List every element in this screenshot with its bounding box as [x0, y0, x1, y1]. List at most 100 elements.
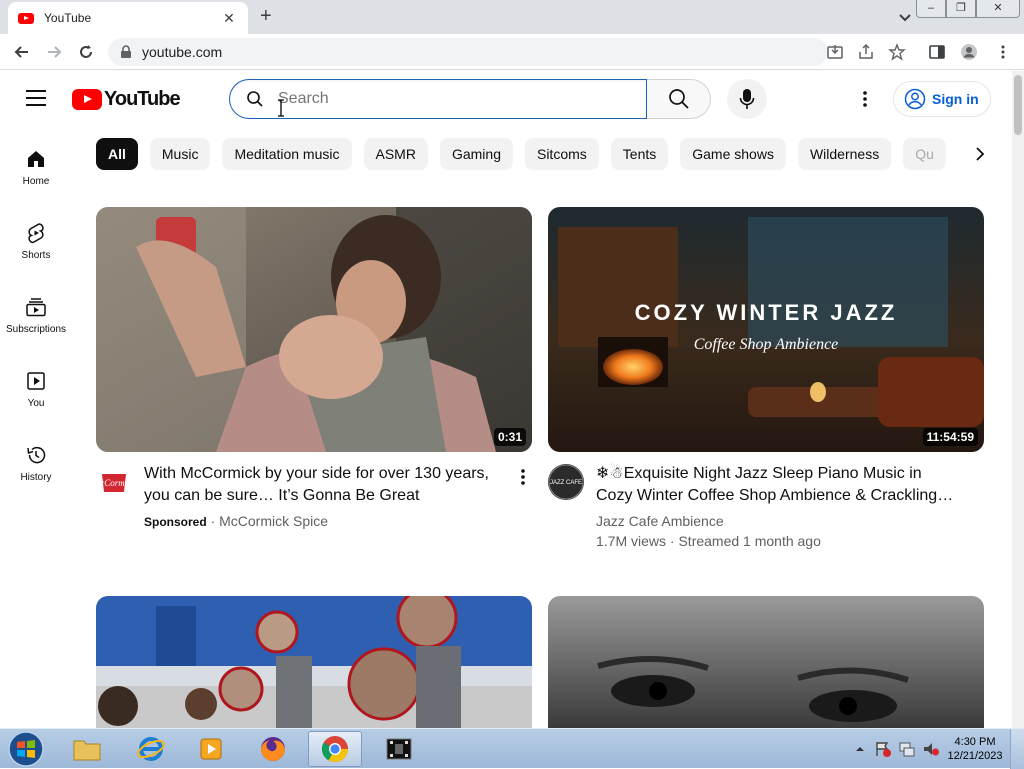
youtube-logo[interactable]: YouTube	[72, 88, 181, 111]
tab-search-chevron-icon[interactable]	[896, 8, 914, 26]
page-scrollbar[interactable]	[1012, 71, 1024, 728]
tab-close-icon[interactable]: ✕	[220, 10, 238, 27]
thumbnail-heading: COZY WINTER JAZZ	[635, 300, 898, 325]
bookmark-star-icon[interactable]	[888, 43, 906, 61]
video-title-line1: ❄☃Exquisite Night Jazz Sleep Piano Music…	[596, 465, 922, 482]
guide-label-history: History	[20, 472, 52, 483]
video-menu-kebab-icon[interactable]	[514, 467, 532, 487]
show-hidden-icons-icon[interactable]	[854, 743, 866, 755]
search-button[interactable]	[647, 79, 711, 119]
install-app-icon[interactable]	[826, 43, 844, 61]
forward-arrow-icon[interactable]	[44, 42, 64, 62]
action-center-flag-icon[interactable]	[874, 740, 892, 758]
restore-button[interactable]: ❐	[946, 0, 976, 18]
video-thumbnail-mccormick[interactable]: 0:31	[96, 207, 532, 452]
youtube-logo-text: YouTube	[104, 88, 181, 110]
video-title-mccormick[interactable]: With McCormick by your side for over 130…	[144, 463, 514, 507]
media-player-icon	[200, 738, 222, 760]
taskbar-explorer[interactable]	[60, 731, 114, 767]
taskbar-video-app[interactable]	[372, 731, 426, 767]
channel-name-jazz[interactable]: Jazz Cafe Ambience	[596, 511, 821, 531]
sign-in-button[interactable]: Sign in	[893, 81, 991, 117]
category-chips-bar: All Music Meditation music ASMR Gaming S…	[96, 138, 996, 170]
chip-meditation-music[interactable]: Meditation music	[222, 138, 352, 170]
guide-item-home[interactable]: Home	[0, 148, 72, 218]
close-window-button[interactable]: ✕	[976, 0, 1020, 18]
internet-explorer-icon	[137, 737, 165, 761]
network-icon[interactable]	[898, 740, 916, 758]
minimize-button[interactable]: –	[916, 0, 946, 18]
video-thumbnail-row2-left[interactable]	[96, 596, 532, 728]
profile-icon[interactable]	[960, 43, 978, 61]
taskbar-firefox[interactable]	[246, 731, 300, 767]
new-tab-icon[interactable]: +	[260, 6, 272, 26]
taskbar-chrome[interactable]	[308, 731, 362, 767]
chips-next-button[interactable]	[966, 138, 994, 170]
guide-item-you[interactable]: You	[0, 370, 72, 440]
account-circle-icon	[904, 88, 926, 110]
video-title-line1: With McCormick by your side for over 130…	[144, 465, 489, 482]
chip-wilderness[interactable]: Wilderness	[797, 138, 892, 170]
channel-name-mccormick[interactable]: McCormick Spice	[219, 513, 328, 529]
chrome-menu-icon[interactable]	[994, 43, 1012, 61]
chip-tents[interactable]: Tents	[610, 138, 669, 170]
taskbar-internet-explorer[interactable]	[124, 731, 178, 767]
guide-label-you: You	[27, 398, 45, 409]
youtube-logo-icon	[72, 89, 102, 110]
search-input[interactable]	[278, 90, 618, 108]
guide-item-shorts[interactable]: Shorts	[0, 222, 72, 292]
taskbar-clock[interactable]: 4:30 PM 12/21/2023	[940, 735, 1010, 763]
search-field[interactable]	[229, 79, 647, 119]
sponsored-label: Sponsored	[144, 515, 207, 529]
chip-music[interactable]: Music	[149, 138, 211, 170]
video-meta-jazz: Jazz Cafe Ambience 1.7M views · Streamed…	[596, 511, 821, 551]
chrome-icon	[321, 736, 349, 763]
windows-start-icon[interactable]	[6, 730, 46, 768]
chip-all[interactable]: All	[96, 138, 138, 170]
site-info-icon[interactable]	[120, 45, 132, 59]
video-thumbnail-row2-right[interactable]	[548, 596, 984, 728]
svg-text:McCormick: McCormick	[96, 478, 132, 488]
voice-search-button[interactable]	[727, 79, 767, 119]
chip-gaming[interactable]: Gaming	[439, 138, 513, 170]
chip-game-shows[interactable]: Game shows	[680, 138, 786, 170]
jazz-cafe-logo-icon: JAZZ CAFE	[548, 464, 584, 500]
back-arrow-icon[interactable]	[12, 42, 32, 62]
settings-kebab-icon[interactable]	[855, 89, 875, 109]
thumbnail-image	[548, 596, 984, 728]
channel-avatar-jazz[interactable]: JAZZ CAFE	[548, 464, 584, 500]
firefox-icon	[261, 737, 285, 761]
guide-label-home: Home	[22, 176, 50, 187]
video-stats-jazz: 1.7M views · Streamed 1 month ago	[596, 533, 821, 549]
chip-asmr[interactable]: ASMR	[363, 138, 428, 170]
thumbnail-image	[96, 207, 532, 452]
taskbar-media-player[interactable]	[184, 731, 238, 767]
video-meta-mccormick: Sponsored · McCormick Spice	[144, 511, 328, 532]
browser-tab-youtube[interactable]: YouTube ✕	[8, 2, 248, 34]
side-panel-icon[interactable]	[928, 43, 946, 61]
guide-item-subscriptions[interactable]: Subscriptions	[0, 296, 72, 366]
guide-item-history[interactable]: History	[0, 444, 72, 514]
microphone-icon	[739, 89, 755, 109]
window-controls: – ❐ ✕	[916, 0, 1020, 18]
video-thumbnail-jazz[interactable]: COZY WINTER JAZZ Coffee Shop Ambience 11…	[548, 207, 984, 452]
scrollbar-thumb[interactable]	[1014, 75, 1022, 135]
guide-label-subscriptions: Subscriptions	[5, 324, 67, 335]
thumbnail-subheading: Coffee Shop Ambience	[694, 336, 839, 353]
reload-icon[interactable]	[76, 42, 96, 62]
system-tray: 4:30 PM 12/21/2023	[854, 729, 1024, 769]
address-bar[interactable]: youtube.com	[108, 38, 828, 66]
channel-avatar-mccormick[interactable]: McCormick	[96, 464, 132, 500]
url-text: youtube.com	[142, 44, 223, 60]
share-icon[interactable]	[857, 43, 875, 61]
video-title-jazz[interactable]: ❄☃Exquisite Night Jazz Sleep Piano Music…	[596, 463, 966, 507]
show-desktop-button[interactable]	[1010, 729, 1024, 769]
chip-partial[interactable]: Qu	[903, 138, 946, 170]
browser-toolbar: youtube.com	[0, 34, 1024, 70]
chip-sitcoms[interactable]: Sitcoms	[524, 138, 599, 170]
tab-title: YouTube	[44, 11, 92, 25]
volume-muted-icon[interactable]	[922, 740, 940, 758]
history-icon	[27, 446, 46, 464]
guide-menu-icon[interactable]	[26, 90, 46, 106]
video-duration-badge: 0:31	[493, 428, 526, 446]
